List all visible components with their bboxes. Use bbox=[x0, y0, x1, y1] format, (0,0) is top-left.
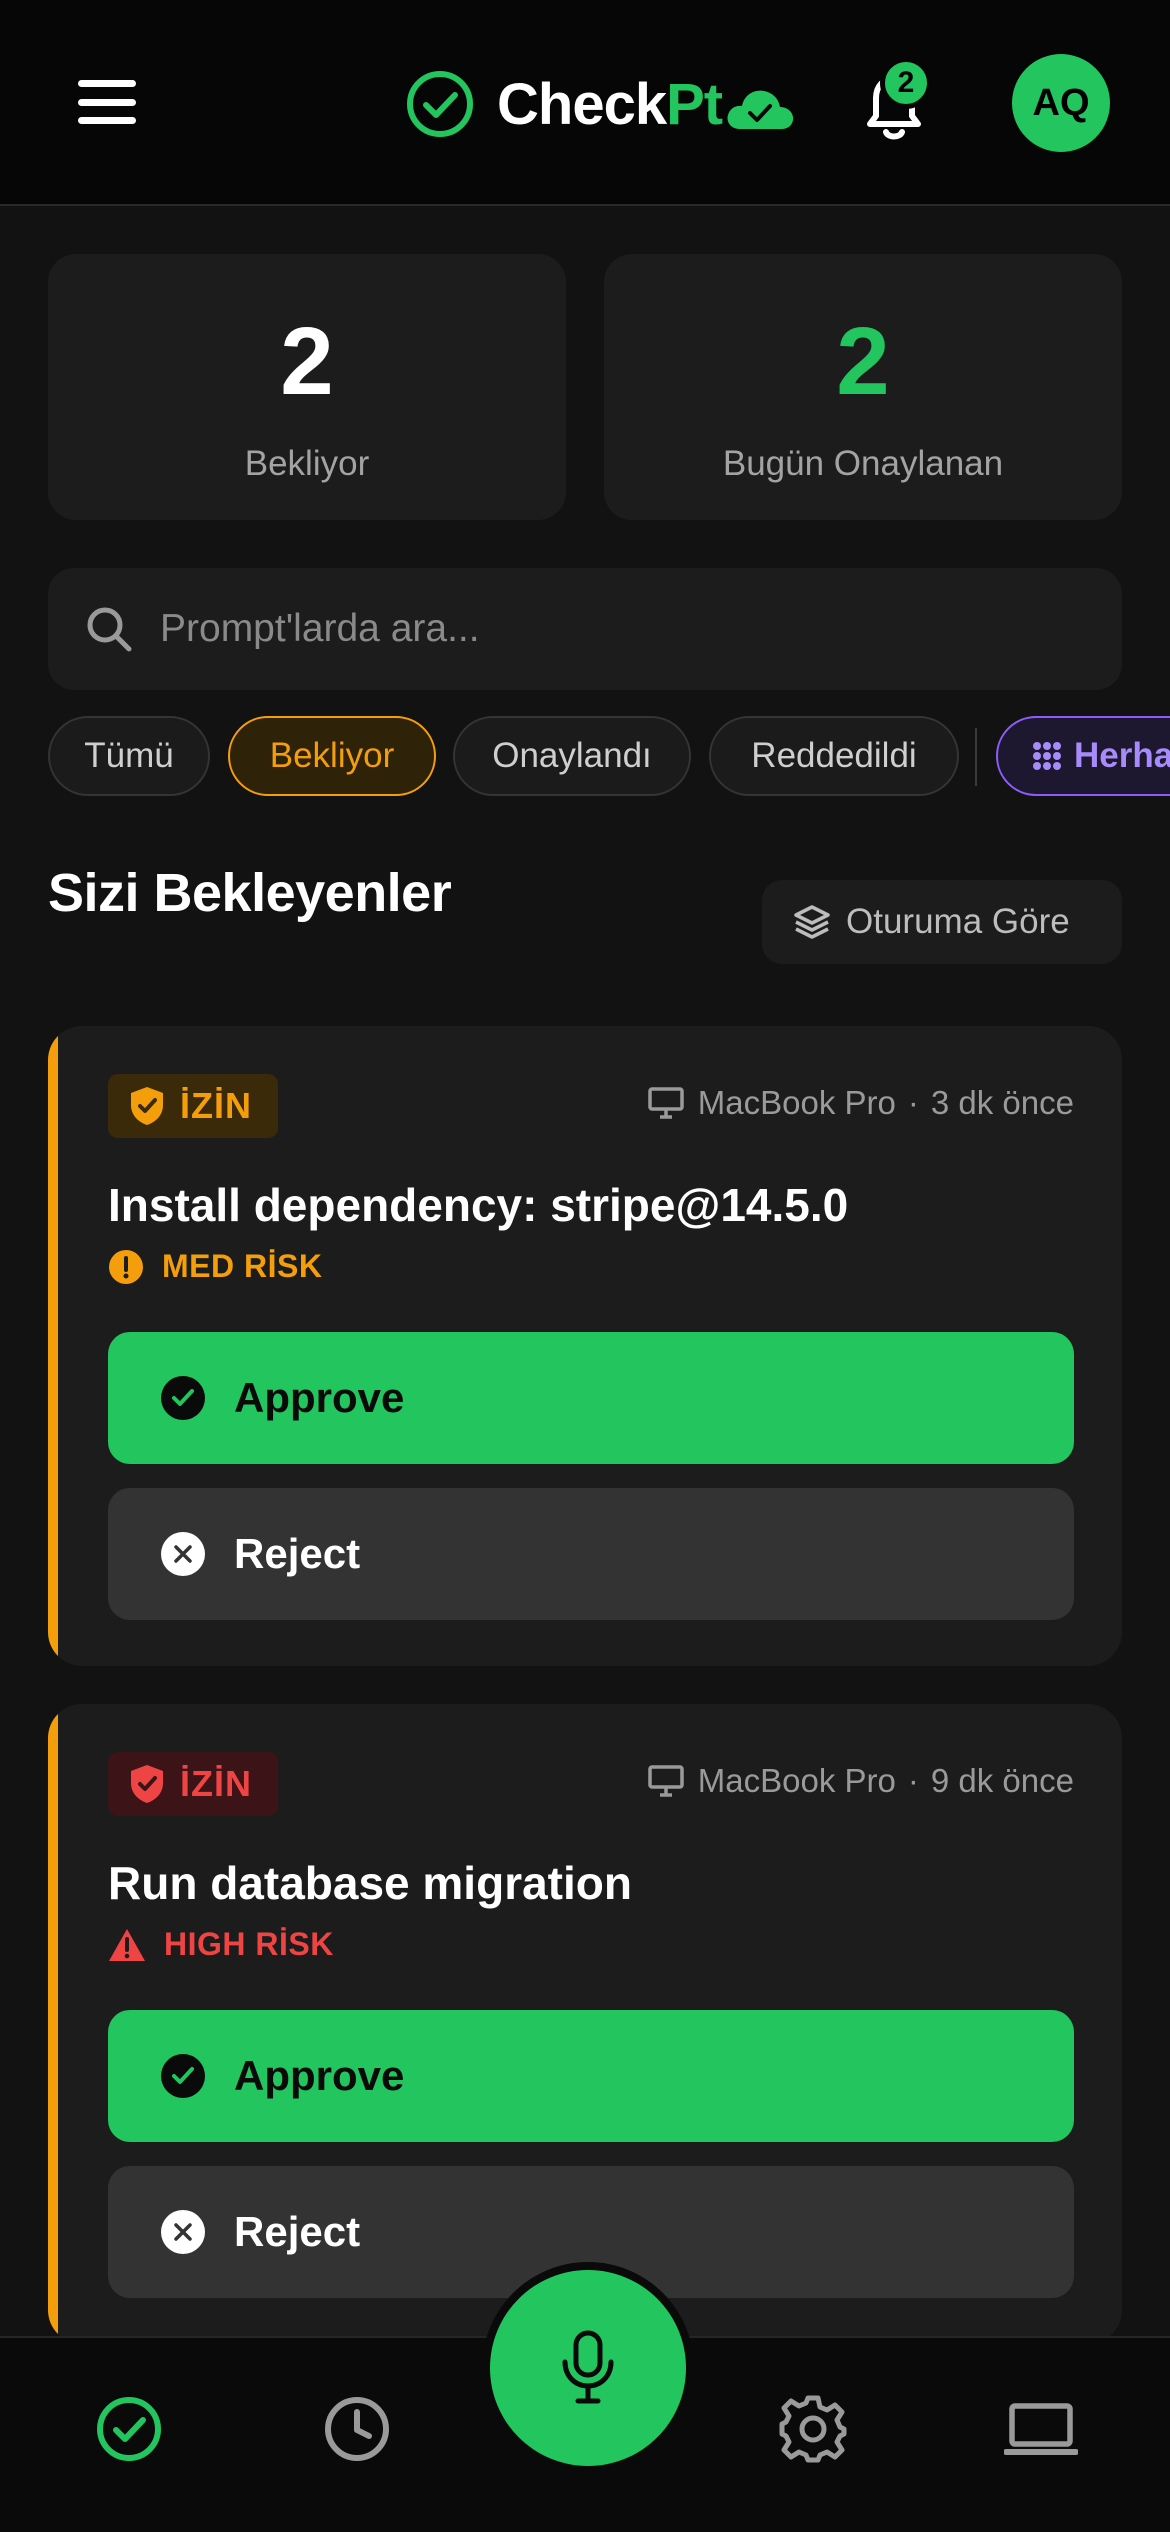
reject-button[interactable]: Reject bbox=[108, 1488, 1074, 1620]
search-input[interactable]: Prompt'larda ara... bbox=[48, 568, 1122, 690]
filter-chip-pending[interactable]: Bekliyor bbox=[228, 716, 436, 796]
monitor-icon bbox=[648, 1087, 684, 1119]
check-circle-icon bbox=[161, 1376, 205, 1420]
permission-tag: İZİN bbox=[108, 1074, 278, 1138]
shield-icon bbox=[131, 1087, 163, 1125]
approve-button[interactable]: Approve bbox=[108, 1332, 1074, 1464]
notification-badge: 2 bbox=[880, 57, 932, 109]
filter-chip-all[interactable]: Tümü bbox=[48, 716, 210, 796]
voice-button[interactable] bbox=[490, 2270, 686, 2466]
group-by-session-label: Oturuma Göre bbox=[846, 902, 1070, 941]
approved-today-label: Bugün Onaylanan bbox=[722, 444, 1004, 483]
logo-text: CheckPt bbox=[497, 71, 723, 137]
approve-button[interactable]: Approve bbox=[108, 2010, 1074, 2142]
card-meta: MacBook Pro · 3 dk önce bbox=[648, 1084, 1074, 1122]
timestamp: 3 dk önce bbox=[930, 1084, 1074, 1121]
card-meta: MacBook Pro · 9 dk önce bbox=[648, 1762, 1074, 1800]
tab-history-icon[interactable] bbox=[322, 2394, 392, 2464]
x-circle-icon bbox=[161, 2210, 205, 2254]
check-circle-icon bbox=[407, 71, 473, 137]
approved-today-stat-card: 2 Bugün Onaylanan bbox=[604, 254, 1122, 520]
x-circle-icon bbox=[161, 1532, 205, 1576]
menu-button[interactable] bbox=[78, 80, 136, 124]
tab-devices-icon[interactable] bbox=[1004, 2394, 1078, 2464]
card-stripe bbox=[48, 1704, 58, 2344]
search-icon bbox=[87, 607, 132, 652]
group-by-session-button[interactable]: Oturuma Göre bbox=[762, 880, 1122, 964]
app-logo: CheckPt bbox=[405, 66, 796, 142]
risk-level: HIGH RİSK bbox=[108, 1926, 334, 1963]
card-stripe bbox=[48, 1026, 58, 1666]
device-name: MacBook Pro bbox=[697, 1084, 896, 1121]
alert-triangle-icon bbox=[109, 1928, 145, 1961]
app-header: CheckPt 2 AQ bbox=[0, 0, 1170, 206]
pending-stat-card: 2 Bekliyor bbox=[48, 254, 566, 520]
filter-chip-any[interactable]: Herhangi bbox=[996, 716, 1170, 796]
microphone-icon bbox=[562, 2330, 614, 2404]
cloud-check-icon bbox=[727, 90, 794, 129]
pending-label: Bekliyor bbox=[244, 444, 370, 483]
card-title: Install dependency: stripe@14.5.0 bbox=[108, 1179, 849, 1231]
search-placeholder: Prompt'larda ara... bbox=[160, 607, 480, 650]
tab-approvals-icon[interactable] bbox=[94, 2394, 164, 2464]
device-name: MacBook Pro bbox=[697, 1762, 896, 1799]
section-title: Sizi Bekleyenler bbox=[48, 863, 452, 923]
layers-icon bbox=[794, 905, 830, 939]
avatar[interactable]: AQ bbox=[1012, 54, 1110, 152]
filter-chip-any-label: Herhangi bbox=[1074, 736, 1170, 775]
approval-card: İZİN MacBook Pro · 3 dk önce Install dep… bbox=[48, 1026, 1122, 1666]
filter-chip-rejected[interactable]: Reddedildi bbox=[709, 716, 959, 796]
monitor-icon bbox=[648, 1765, 684, 1797]
approved-today-count: 2 bbox=[836, 308, 890, 415]
pending-count: 2 bbox=[280, 308, 334, 415]
shield-icon bbox=[131, 1765, 163, 1803]
risk-level: MED RİSK bbox=[108, 1248, 322, 1285]
filter-chips: Tümü Bekliyor Onaylandı Reddedildi Herha… bbox=[48, 716, 1170, 798]
grid-icon bbox=[1033, 742, 1061, 770]
tab-settings-icon[interactable] bbox=[778, 2394, 848, 2464]
chip-divider bbox=[975, 728, 977, 786]
check-circle-icon bbox=[161, 2054, 205, 2098]
permission-tag: İZİN bbox=[108, 1752, 278, 1816]
alert-circle-icon bbox=[109, 1249, 143, 1284]
approval-card: İZİN MacBook Pro · 9 dk önce Run databas… bbox=[48, 1704, 1122, 2344]
hamburger-icon bbox=[78, 80, 136, 87]
filter-chip-approved[interactable]: Onaylandı bbox=[453, 716, 691, 796]
card-title: Run database migration bbox=[108, 1857, 632, 1909]
timestamp: 9 dk önce bbox=[930, 1762, 1074, 1799]
